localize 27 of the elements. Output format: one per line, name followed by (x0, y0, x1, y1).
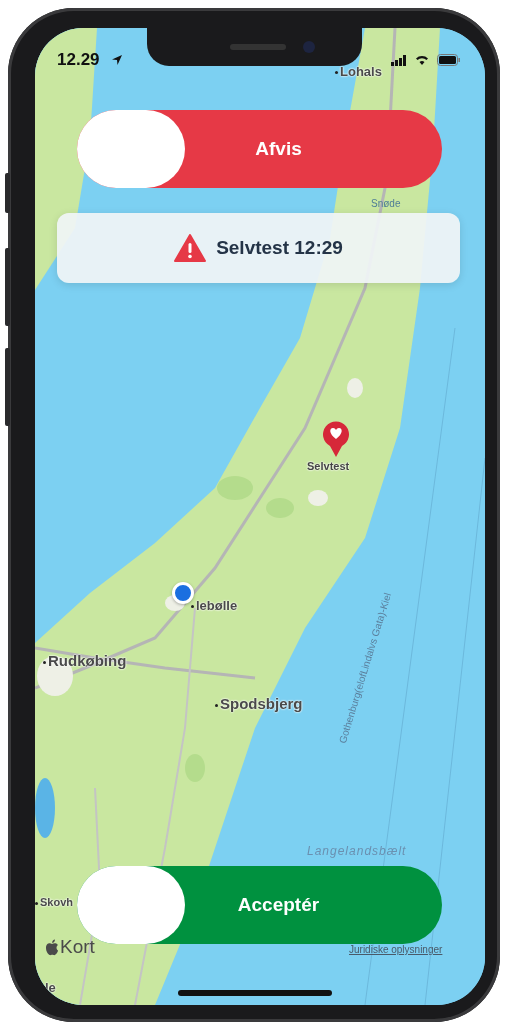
slider-label: Afvis (254, 138, 303, 160)
place-label: Lohals (335, 64, 382, 79)
battery-icon (437, 54, 461, 66)
place-label: lebølle (191, 598, 238, 613)
slider-label: Acceptér (236, 894, 321, 916)
place-label: Skovh (35, 896, 73, 908)
status-time: 12.29 (57, 50, 100, 70)
heart-pin-icon[interactable] (321, 420, 351, 458)
place-label: Spodsbjerg (215, 695, 303, 712)
speaker-grille (230, 44, 286, 50)
location-arrow-icon (111, 54, 123, 66)
town-area (308, 490, 328, 506)
warning-icon (174, 234, 207, 262)
legal-link[interactable]: Juridiske oplysninger (349, 944, 443, 955)
lake (35, 778, 55, 838)
water-label: Langelandsbælt (307, 844, 407, 858)
pin-label: Selvtest (307, 460, 350, 472)
apple-logo-icon (45, 938, 59, 956)
alert-text: Selvtest 12:29 (216, 237, 343, 259)
signal-icon (391, 55, 407, 66)
swipe-slider[interactable]: Afvis (77, 110, 442, 188)
place-label: Rudkøbing (43, 652, 127, 669)
forest-patch (217, 476, 253, 500)
place-label: Snøde (371, 198, 401, 209)
place-label: le (40, 980, 56, 995)
wifi-icon (415, 54, 429, 65)
town-area (347, 378, 363, 398)
